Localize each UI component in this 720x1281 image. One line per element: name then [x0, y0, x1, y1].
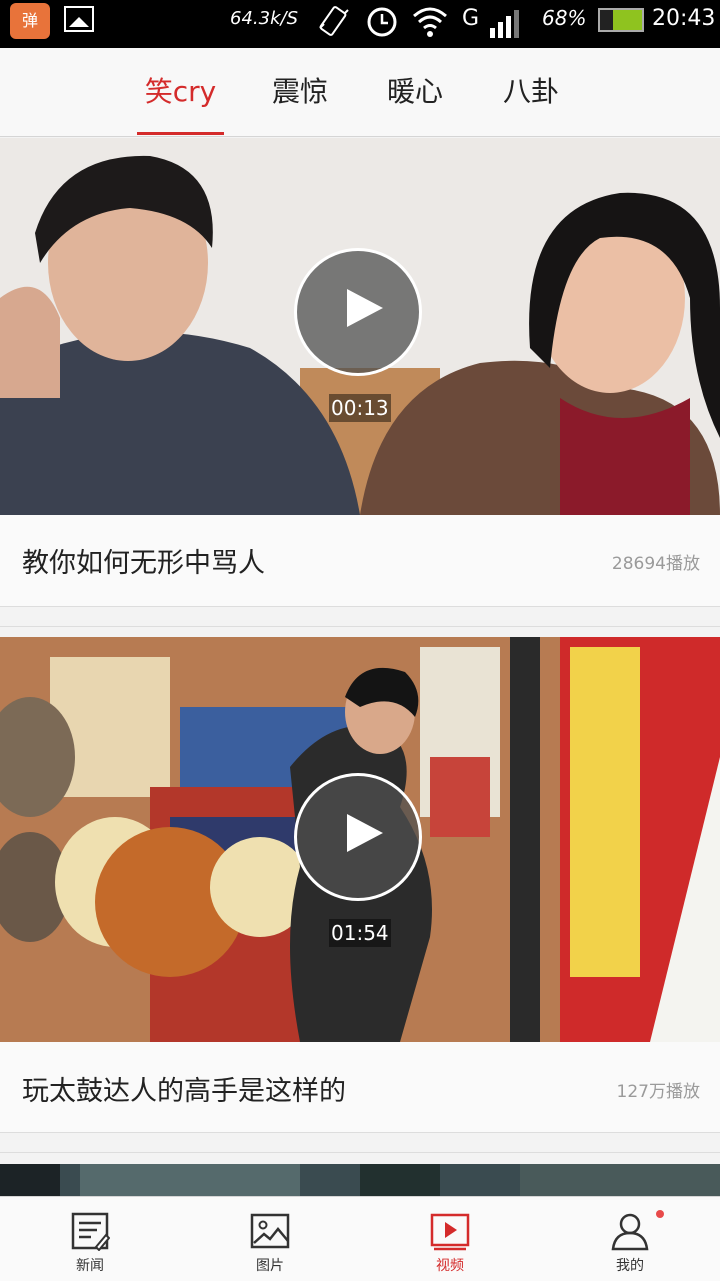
divider: [0, 606, 720, 607]
category-tabbar: 笑cry 震惊 暖心 八卦: [0, 48, 720, 137]
video-title[interactable]: 玩太鼓达人的高手是这样的: [22, 1069, 346, 1108]
network-speed: 64.3k/S: [230, 8, 298, 29]
news-icon: [71, 1212, 110, 1251]
video-duration: 01:54: [329, 919, 391, 947]
tab-heartwarming[interactable]: 暖心: [370, 48, 460, 136]
video-duration: 00:13: [329, 394, 391, 422]
notification-dot: [656, 1210, 664, 1218]
play-count: 28694播放: [611, 554, 700, 574]
divider: [0, 1132, 720, 1133]
video-thumbnail[interactable]: 01:54: [0, 637, 720, 1042]
nav-label: 新闻: [76, 1258, 104, 1274]
video-icon: [430, 1213, 470, 1251]
status-bar: 弹 64.3k/S G 68% 20:43: [0, 0, 720, 48]
play-count: 127万播放: [616, 1082, 700, 1102]
tab-gossip[interactable]: 八卦: [486, 48, 576, 136]
vibrate-icon: [319, 6, 349, 36]
signal-icon: [490, 10, 519, 38]
divider: [0, 626, 720, 627]
divider: [0, 1152, 720, 1153]
profile-icon: [611, 1213, 649, 1251]
clock: 20:43: [652, 6, 716, 31]
tab-shocking[interactable]: 震惊: [255, 48, 345, 136]
video-card[interactable]: [0, 1164, 720, 1196]
nav-label: 视频: [436, 1258, 464, 1274]
battery-percent: 68%: [542, 6, 587, 30]
picture-icon: [250, 1213, 290, 1249]
play-button[interactable]: [294, 773, 422, 901]
nav-label: 我的: [616, 1258, 644, 1274]
gallery-notification-icon: [64, 6, 94, 32]
play-button[interactable]: [294, 248, 422, 376]
wifi-icon: [413, 7, 447, 37]
nav-profile[interactable]: 我的: [540, 1197, 720, 1281]
nav-label: 图片: [256, 1258, 284, 1274]
video-card[interactable]: 00:13 教你如何无形中骂人 28694播放: [0, 138, 720, 606]
bottom-navigation: 新闻 图片 视频 我的: [0, 1196, 720, 1281]
nav-news[interactable]: 新闻: [0, 1197, 180, 1281]
nav-pictures[interactable]: 图片: [180, 1197, 360, 1281]
nav-video[interactable]: 视频: [360, 1197, 540, 1281]
app-badge-text: 弹: [21, 11, 38, 30]
app-notification-icon: 弹: [10, 3, 50, 39]
video-thumbnail[interactable]: 00:13: [0, 138, 720, 515]
network-type: G: [462, 6, 480, 31]
tab-funny[interactable]: 笑cry: [137, 48, 224, 136]
battery-icon: [598, 8, 644, 32]
active-tab-indicator: [137, 132, 224, 135]
alarm-icon: [367, 7, 397, 37]
video-thumbnail-image: [0, 1164, 720, 1196]
video-title[interactable]: 教你如何无形中骂人: [22, 541, 265, 580]
video-card[interactable]: 01:54 玩太鼓达人的高手是这样的 127万播放: [0, 637, 720, 1132]
